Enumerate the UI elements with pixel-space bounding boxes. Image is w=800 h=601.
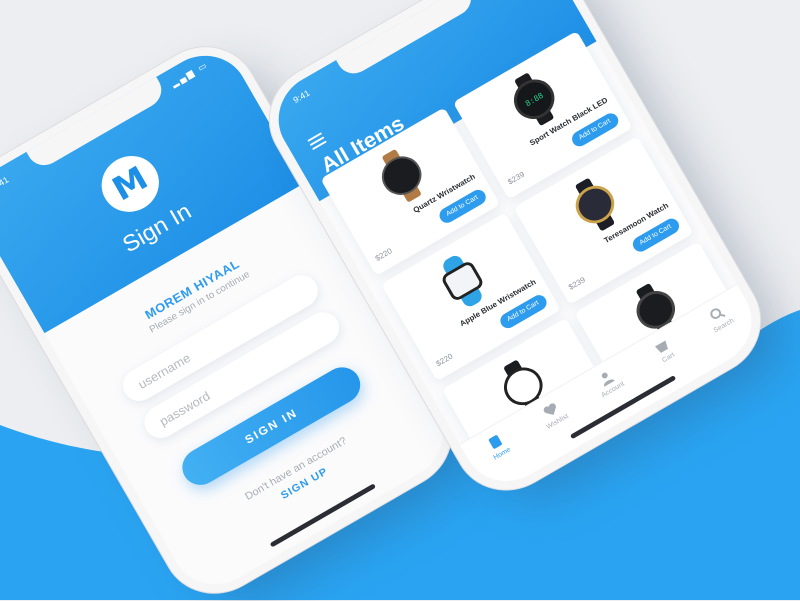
status-time: 9:41 — [291, 88, 312, 106]
app-logo: M — [91, 145, 170, 223]
logo-mark-icon: M — [106, 159, 155, 209]
product-price: $239 — [567, 275, 587, 292]
product-price: $220 — [373, 246, 394, 263]
status-time: 9:41 — [0, 174, 11, 192]
product-price: $220 — [434, 351, 455, 369]
product-price: $239 — [506, 170, 526, 187]
menu-icon[interactable] — [307, 132, 327, 151]
